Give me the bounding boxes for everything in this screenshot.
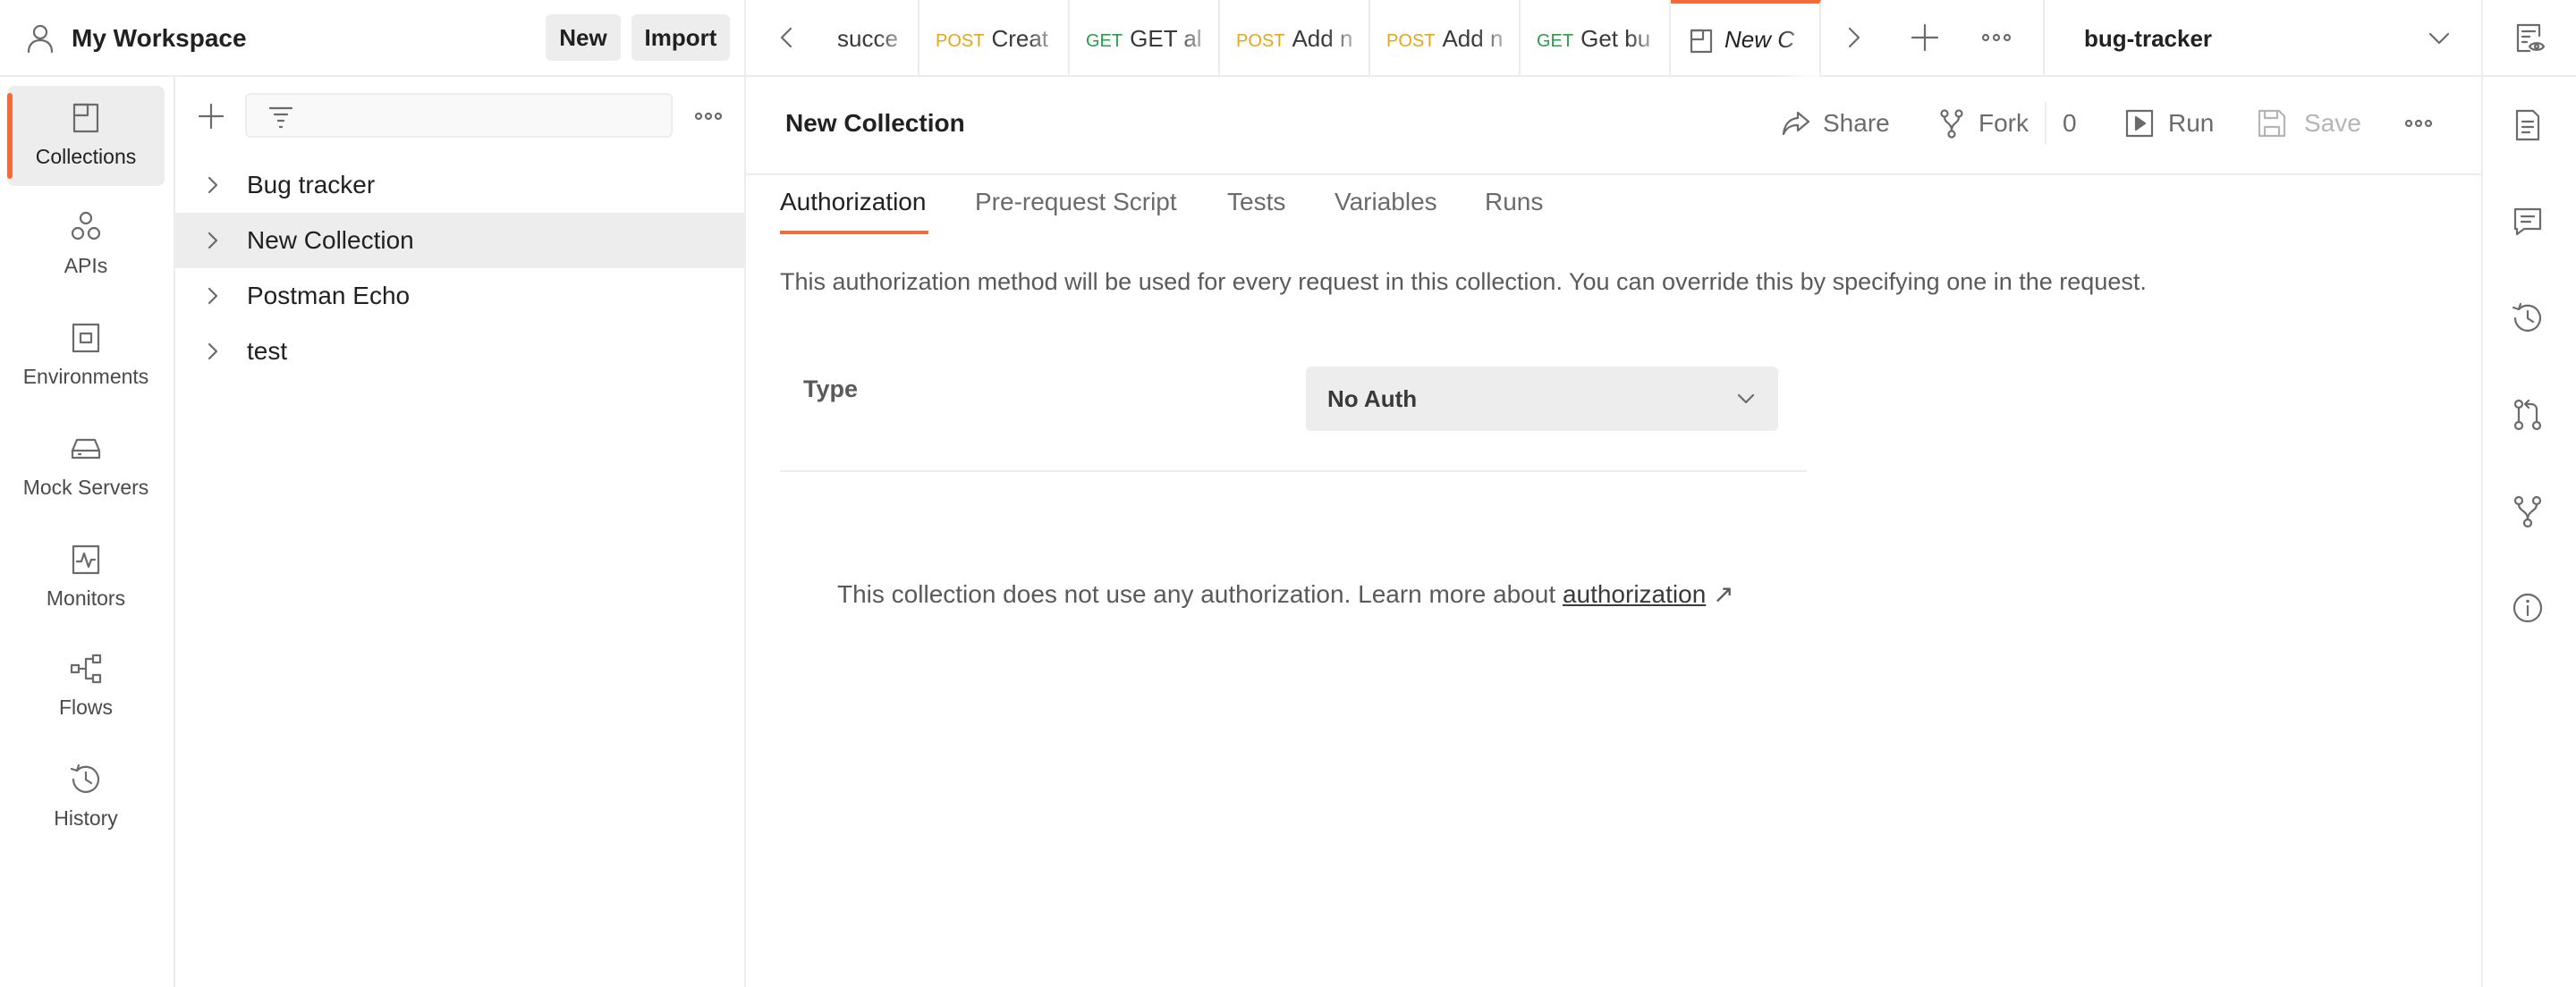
environment-name: bug-tracker: [2084, 25, 2213, 52]
new-tab-icon[interactable]: [1907, 20, 1943, 55]
workspace-header: My Workspace New Import: [0, 0, 746, 77]
save-icon: [2258, 109, 2286, 138]
auth-type-value: No Auth: [1327, 385, 1418, 412]
history-icon: [70, 763, 100, 793]
divider: [746, 173, 2481, 175]
tab-authorization[interactable]: Authorization: [780, 188, 926, 216]
tab-request[interactable]: succe: [828, 0, 919, 77]
no-auth-message: This collection does not use any authori…: [837, 580, 1734, 608]
nav-flows[interactable]: Flows: [7, 637, 165, 737]
divider: [2045, 102, 2046, 145]
auth-type-select[interactable]: No Auth: [1306, 367, 1778, 431]
method-badge: POST: [936, 31, 985, 51]
tab-request[interactable]: POST Add n: [1370, 0, 1521, 77]
divider: [780, 470, 1807, 472]
method-badge: POST: [1236, 31, 1285, 51]
share-icon: [1782, 111, 1810, 136]
documentation-icon[interactable]: [2510, 107, 2546, 143]
nav-apis[interactable]: APIs: [7, 195, 165, 295]
workspace-title[interactable]: My Workspace: [72, 21, 247, 55]
fork-count[interactable]: 0: [2063, 104, 2077, 143]
tab-pre-request-script[interactable]: Pre-request Script: [975, 188, 1177, 216]
active-tab-indicator: [780, 231, 928, 234]
external-link-icon[interactable]: ↗: [1713, 580, 1733, 608]
fork-icon: [1940, 109, 1963, 139]
environment-selector[interactable]: bug-tracker: [2043, 0, 2481, 77]
mock-servers-icon: [71, 438, 101, 460]
add-collection-icon[interactable]: [197, 102, 225, 131]
chevron-down-icon: [1737, 393, 1755, 404]
environments-icon: [72, 323, 100, 353]
monitors-icon: [72, 544, 100, 575]
collection-item-bug-tracker[interactable]: Bug tracker: [175, 157, 744, 213]
flows-icon: [70, 654, 102, 684]
nav-environments[interactable]: Environments: [7, 306, 165, 406]
collection-filter-input[interactable]: [245, 93, 673, 138]
collection-item-test[interactable]: test: [175, 324, 744, 379]
collections-sidebar: Bug tracker New Collection Postman Echo …: [175, 77, 746, 987]
environment-quick-look-icon: [2516, 23, 2546, 53]
chevron-right-icon[interactable]: [202, 285, 224, 307]
pull-requests-icon[interactable]: [2510, 397, 2546, 433]
tab-new-collection[interactable]: New C: [1671, 0, 1821, 77]
collection-icon: [1690, 29, 1713, 54]
collection-title[interactable]: New Collection: [785, 109, 965, 138]
apis-icon: [71, 211, 101, 240]
left-navigation: Collections APIs Environments Mock Serve…: [0, 77, 175, 987]
chevron-right-icon[interactable]: [202, 230, 224, 251]
fork-button[interactable]: Fork: [1936, 104, 2034, 143]
chevron-right-icon[interactable]: [202, 174, 224, 196]
collections-icon: [72, 103, 99, 133]
nav-mock-servers[interactable]: Mock Servers: [7, 417, 165, 517]
run-icon: [2125, 109, 2154, 138]
chevron-right-icon[interactable]: [202, 341, 224, 362]
tab-request[interactable]: POST Creat: [919, 0, 1070, 77]
tab-runs[interactable]: Runs: [1485, 188, 1543, 216]
chevron-right-icon[interactable]: [1835, 20, 1871, 55]
auth-type-label: Type: [803, 375, 859, 402]
import-button[interactable]: Import: [631, 14, 730, 61]
filter-icon: [268, 106, 293, 129]
tab-tests[interactable]: Tests: [1227, 188, 1285, 216]
request-tab-bar: succe POST Creat GET GET al POST Add n POST…: [746, 0, 2043, 77]
collection-item-postman-echo[interactable]: Postman Echo: [175, 268, 744, 324]
auth-description: This authorization method will be used f…: [780, 268, 2147, 295]
authorization-link[interactable]: authorization: [1563, 580, 1706, 608]
new-button[interactable]: New: [546, 14, 621, 61]
nav-monitors[interactable]: Monitors: [7, 527, 165, 628]
run-button[interactable]: Run: [2123, 104, 2222, 143]
tab-request[interactable]: GET Get bu: [1521, 0, 1671, 77]
forks-icon[interactable]: [2510, 494, 2546, 529]
info-icon[interactable]: [2510, 590, 2546, 626]
collection-item-new-collection[interactable]: New Collection: [175, 213, 744, 268]
changelog-icon[interactable]: [2510, 300, 2546, 336]
save-button[interactable]: Save: [2256, 104, 2372, 143]
more-actions-icon[interactable]: [2402, 109, 2435, 138]
more-tabs-icon[interactable]: [1979, 20, 2014, 55]
share-button[interactable]: Share: [1780, 104, 1896, 143]
user-icon: [27, 24, 54, 54]
chevron-left-icon[interactable]: [769, 20, 805, 55]
right-context-bar: [2481, 77, 2576, 987]
method-badge: GET: [1537, 31, 1574, 51]
nav-collections[interactable]: Collections: [7, 86, 165, 186]
chevron-down-icon: [2428, 32, 2450, 45]
collection-editor: New Collection Share Fork 0 Run Save Aut…: [746, 77, 2481, 987]
comments-icon[interactable]: [2510, 204, 2546, 240]
nav-history[interactable]: History: [7, 747, 165, 848]
method-badge: POST: [1386, 31, 1436, 51]
tab-request[interactable]: GET GET al: [1070, 0, 1220, 77]
method-badge: GET: [1086, 31, 1123, 51]
tab-request[interactable]: POST Add n: [1220, 0, 1370, 77]
environment-quick-look[interactable]: [2481, 0, 2576, 77]
tab-variables[interactable]: Variables: [1335, 188, 1437, 216]
more-options-icon[interactable]: [692, 102, 724, 131]
